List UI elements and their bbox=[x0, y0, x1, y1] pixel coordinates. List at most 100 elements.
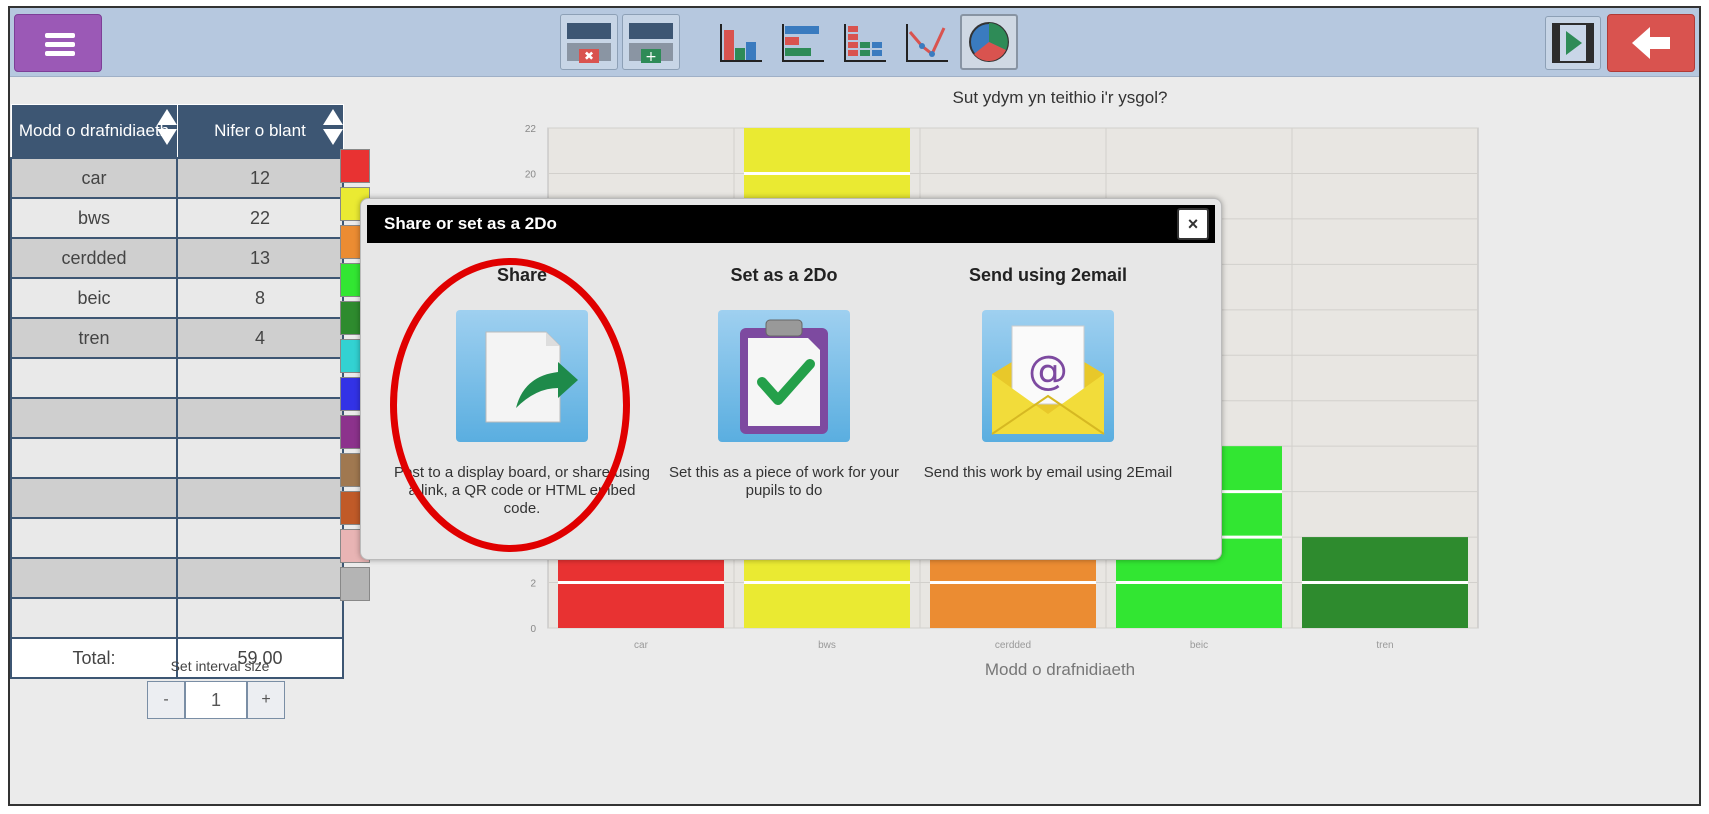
send-2email-option-description: Send this work by email using 2Email bbox=[923, 464, 1173, 481]
cell-mode[interactable] bbox=[10, 517, 178, 559]
set-2do-option-description: Set this as a piece of work for your pup… bbox=[668, 464, 900, 499]
table-row bbox=[10, 397, 344, 439]
table-row: car 12 bbox=[10, 157, 344, 199]
cell-count[interactable] bbox=[176, 437, 344, 479]
x-tick-label: cerdded bbox=[995, 640, 1031, 651]
line-chart-button[interactable] bbox=[898, 14, 956, 70]
hamburger-line bbox=[45, 42, 75, 47]
data-table: Modd o drafnidiaeth Nifer o blant car 12 b… bbox=[10, 104, 344, 679]
decrement-button[interactable]: - bbox=[147, 681, 185, 719]
menu-button[interactable] bbox=[14, 14, 102, 72]
column-header-mode[interactable]: Modd o drafnidiaeth bbox=[10, 104, 178, 159]
cell-count[interactable]: 4 bbox=[176, 317, 344, 359]
table-row: bws 22 bbox=[10, 197, 344, 239]
top-toolbar: ✖ + bbox=[10, 8, 1699, 77]
table-row: cerdded 13 bbox=[10, 237, 344, 279]
interval-stepper: - 1 + bbox=[147, 681, 285, 719]
color-swatch[interactable] bbox=[340, 567, 370, 601]
table-row bbox=[10, 597, 344, 639]
cell-count[interactable]: 22 bbox=[176, 197, 344, 239]
cell-count[interactable]: 13 bbox=[176, 237, 344, 279]
interval-size-label: Set interval size bbox=[170, 658, 270, 674]
y-tick-label: 20 bbox=[525, 169, 537, 180]
close-icon[interactable]: × bbox=[1177, 208, 1209, 240]
y-tick-label: 0 bbox=[530, 624, 536, 635]
cell-mode[interactable] bbox=[10, 477, 178, 519]
cell-mode[interactable] bbox=[10, 597, 178, 639]
y-tick-label: 2 bbox=[530, 579, 536, 590]
svg-text:✖: ✖ bbox=[584, 49, 594, 63]
column-header-label: Nifer o blant bbox=[214, 121, 306, 140]
interval-value[interactable]: 1 bbox=[185, 681, 247, 719]
column-header-label: Modd o drafnidiaeth bbox=[18, 121, 170, 140]
table-row bbox=[10, 437, 344, 479]
play-video-button[interactable] bbox=[1545, 16, 1601, 70]
cell-count[interactable] bbox=[176, 517, 344, 559]
pie-chart-icon bbox=[969, 22, 1009, 62]
column-header-count[interactable]: Nifer o blant bbox=[176, 104, 344, 159]
cell-count[interactable] bbox=[176, 397, 344, 439]
bar-chart-icon bbox=[720, 24, 762, 62]
cell-mode[interactable] bbox=[10, 357, 178, 399]
app-frame: ✖ + Modd o drafnidiaeth Nifer o blant ca… bbox=[8, 6, 1701, 806]
hamburger-icon bbox=[45, 33, 75, 38]
back-button[interactable] bbox=[1607, 14, 1695, 72]
stacked-bar-button[interactable] bbox=[836, 14, 894, 70]
horizontal-bar-button[interactable] bbox=[774, 14, 832, 70]
table-row: tren 4 bbox=[10, 317, 344, 359]
cell-count[interactable] bbox=[176, 557, 344, 599]
color-swatch[interactable] bbox=[340, 149, 370, 183]
y-tick-label: 22 bbox=[525, 124, 537, 135]
add-row-icon: + bbox=[629, 23, 673, 65]
remove-row-icon: ✖ bbox=[567, 23, 611, 63]
cell-mode[interactable]: cerdded bbox=[10, 237, 178, 279]
highlight-circle bbox=[390, 258, 630, 552]
add-row-button[interactable]: + bbox=[622, 14, 680, 70]
horizontal-bar-icon bbox=[782, 24, 824, 62]
clipboard-check-icon[interactable] bbox=[718, 310, 850, 442]
line-chart-icon bbox=[906, 24, 948, 62]
x-tick-label: beic bbox=[1190, 640, 1208, 651]
email-envelope-icon[interactable]: @ bbox=[982, 310, 1114, 442]
table-row bbox=[10, 557, 344, 599]
cell-count[interactable]: 8 bbox=[176, 277, 344, 319]
cell-mode[interactable] bbox=[10, 437, 178, 479]
dialog-title: Share or set as a 2Do bbox=[384, 214, 557, 233]
cell-count[interactable]: 12 bbox=[176, 157, 344, 199]
cell-mode[interactable]: beic bbox=[10, 277, 178, 319]
cell-count[interactable] bbox=[176, 597, 344, 639]
bar-chart-button[interactable] bbox=[712, 14, 770, 70]
x-tick-label: bws bbox=[818, 640, 836, 651]
cell-count[interactable] bbox=[176, 477, 344, 519]
send-2email-option-title: Send using 2email bbox=[968, 265, 1128, 285]
sort-arrows-icon[interactable] bbox=[156, 109, 177, 145]
table-row: beic 8 bbox=[10, 277, 344, 319]
remove-row-button[interactable]: ✖ bbox=[560, 14, 618, 70]
set-2do-option[interactable]: Set as a 2Do Set this as a piece of work… bbox=[653, 265, 915, 500]
chart-x-axis-label: Modd o drafnidiaeth bbox=[984, 660, 1136, 679]
x-tick-label: car bbox=[634, 640, 649, 651]
cell-mode[interactable]: bws bbox=[10, 197, 178, 239]
svg-text:@: @ bbox=[1028, 348, 1068, 394]
svg-text:+: + bbox=[645, 49, 657, 65]
dialog-header: Share or set as a 2Do × bbox=[367, 205, 1215, 243]
table-row bbox=[10, 357, 344, 399]
cell-mode[interactable] bbox=[10, 397, 178, 439]
send-2email-option[interactable]: Send using 2email @ Send this work by em… bbox=[917, 265, 1179, 482]
back-arrow-icon bbox=[1632, 27, 1670, 59]
cell-count[interactable] bbox=[176, 357, 344, 399]
increment-button[interactable]: + bbox=[247, 681, 285, 719]
set-2do-option-title: Set as a 2Do bbox=[730, 265, 838, 285]
cell-mode[interactable]: tren bbox=[10, 317, 178, 359]
table-row bbox=[10, 477, 344, 519]
cell-mode[interactable] bbox=[10, 557, 178, 599]
pie-chart-button[interactable] bbox=[960, 14, 1018, 70]
film-play-icon bbox=[1552, 23, 1594, 63]
stacked-bar-icon bbox=[844, 24, 886, 62]
chart-title: Sut ydym yn teithio i'r ysgol? bbox=[952, 88, 1168, 107]
x-tick-label: tren bbox=[1376, 640, 1393, 651]
sort-arrows-icon[interactable] bbox=[322, 109, 343, 145]
table-row bbox=[10, 517, 344, 559]
hamburger-line bbox=[45, 51, 75, 56]
cell-mode[interactable]: car bbox=[10, 157, 178, 199]
